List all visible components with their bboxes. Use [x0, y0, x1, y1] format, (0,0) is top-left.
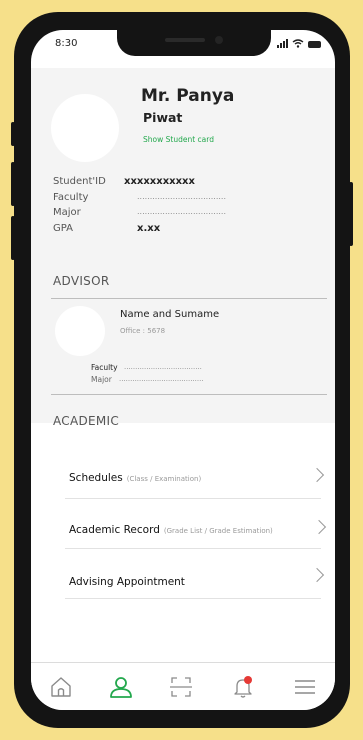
chevron-right-icon [309, 567, 325, 583]
advisor-major-value: ...................................... [119, 375, 204, 383]
major-value: ................................... [137, 207, 227, 216]
advisor-divider [51, 298, 327, 299]
student-first-name: Mr. Panya [141, 86, 235, 106]
menu-icon[interactable] [293, 675, 317, 699]
row-divider [65, 598, 321, 599]
academic-section-title: ACADEMIC [53, 414, 120, 428]
row-divider [65, 548, 321, 549]
home-icon[interactable] [49, 675, 73, 699]
academic-item-sub: (Class / Examination) [126, 475, 202, 483]
notification-icon[interactable] [231, 675, 255, 699]
advisor-name: Name and Sumame [120, 309, 220, 320]
gpa-label: GPA [53, 223, 73, 234]
chevron-right-icon [309, 467, 325, 483]
advisor-avatar [55, 306, 105, 356]
notification-badge [244, 676, 252, 684]
row-divider [65, 498, 321, 499]
battery-icon [308, 41, 321, 48]
student-id-value: xxxxxxxxxxx [124, 176, 195, 187]
status-time: 8:30 [55, 38, 78, 49]
wifi-icon [292, 39, 304, 48]
advisor-faculty-value: ................................... [124, 363, 202, 371]
show-student-card-link[interactable]: Show Student card [143, 135, 214, 144]
academic-item-label: Advising Appointment [69, 576, 185, 588]
advisor-faculty-label: Faculty [91, 363, 118, 372]
profile-icon[interactable] [109, 675, 133, 699]
phone-screen: 8:30 Mr. Panya Piwat Show Student card S… [31, 30, 335, 710]
signal-icon [277, 39, 288, 48]
notch [117, 30, 271, 56]
major-label: Major [53, 207, 81, 218]
academic-item-academic-record[interactable]: Academic Record (Grade List / Grade Estim… [69, 518, 273, 537]
academic-item-advising-appointment[interactable]: Advising Appointment [69, 570, 185, 589]
bottom-tab-bar [31, 662, 335, 710]
chevron-right-icon [311, 519, 327, 535]
academic-item-sub: (Grade List / Grade Estimation) [163, 527, 273, 535]
student-id-label: Student'ID [53, 176, 106, 187]
gpa-value: x.xx [137, 223, 161, 234]
academic-item-label: Academic Record [69, 524, 160, 536]
status-icons [277, 39, 321, 48]
student-last-name: Piwat [143, 110, 183, 125]
advisor-bottom-divider [51, 394, 327, 395]
scan-icon[interactable] [169, 675, 193, 699]
academic-item-schedules[interactable]: Schedules (Class / Examination) [69, 466, 201, 485]
advisor-section-title: ADVISOR [53, 274, 110, 288]
academic-item-label: Schedules [69, 472, 123, 484]
advisor-office: Office : 5678 [120, 327, 166, 335]
student-avatar [51, 94, 119, 162]
faculty-label: Faculty [53, 192, 89, 203]
faculty-value: ................................... [137, 192, 227, 201]
advisor-major-label: Major [91, 375, 112, 384]
